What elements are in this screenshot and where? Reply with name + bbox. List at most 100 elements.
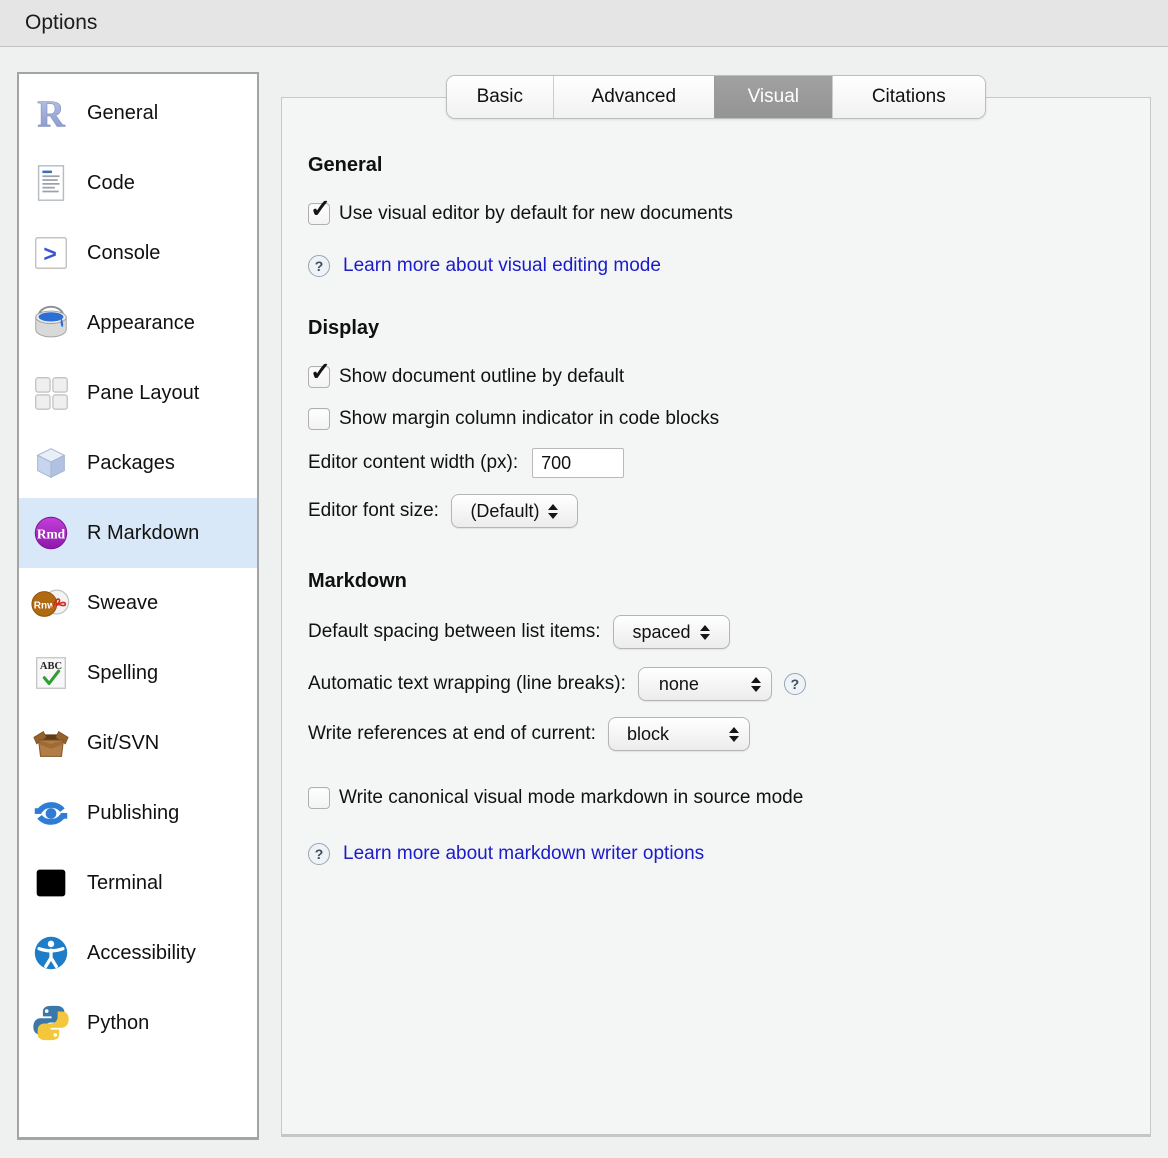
sidebar-item-git-svn[interactable]: Git/SVN: [19, 708, 257, 778]
svg-text:>: >: [43, 241, 56, 267]
r-logo-icon: R: [29, 91, 73, 135]
sidebar-item-python[interactable]: Python: [19, 988, 257, 1058]
sidebar-item-label: R Markdown: [87, 522, 199, 545]
sidebar-item-label: Packages: [87, 452, 175, 475]
sidebar-item-label: Console: [87, 242, 160, 265]
tab-advanced[interactable]: Advanced: [553, 76, 714, 118]
tab-label: Advanced: [592, 86, 677, 108]
r-markdown-badge-icon: Rmd: [29, 511, 73, 555]
sidebar-item-label: Terminal: [87, 872, 163, 895]
sidebar-item-label: Pane Layout: [87, 382, 199, 405]
paint-can-icon: [29, 301, 73, 345]
visual-editing-help-row: ? Learn more about visual editing mode: [308, 255, 1130, 277]
accessibility-person-icon: [29, 931, 73, 975]
select-arrows-icon: [548, 504, 558, 519]
pane-layout-grid-icon: [29, 371, 73, 415]
editor-font-size-row: Editor font size: (Default): [308, 494, 1130, 528]
select-arrows-icon: [700, 625, 710, 640]
markdown-writer-help-row: ? Learn more about markdown writer optio…: [308, 843, 1130, 865]
tab-citations[interactable]: Citations: [832, 76, 985, 118]
options-dialog: { "window": { "title": "Options" }, "ico…: [0, 0, 1168, 1158]
list-spacing-value: spaced: [633, 622, 691, 643]
package-cube-icon: [29, 441, 73, 485]
tab-basic[interactable]: Basic: [447, 76, 553, 118]
canonical-markdown-label: Write canonical visual mode markdown in …: [339, 787, 803, 809]
svg-text:Rnw: Rnw: [34, 600, 55, 611]
sidebar-item-appearance[interactable]: Appearance: [19, 288, 257, 358]
spellcheck-abc-icon: ABC: [29, 651, 73, 695]
use-visual-editor-label: Use visual editor by default for new doc…: [339, 203, 733, 225]
tab-label: Visual: [748, 86, 799, 108]
help-icon[interactable]: ?: [308, 843, 330, 865]
show-outline-row: ✓ Show document outline by default: [308, 366, 1130, 388]
sidebar-item-code[interactable]: Code: [19, 148, 257, 218]
show-margin-label: Show margin column indicator in code blo…: [339, 408, 719, 430]
svg-text:R: R: [37, 93, 65, 134]
show-margin-row: ✓ Show margin column indicator in code b…: [308, 408, 1130, 430]
editor-width-input[interactable]: [532, 448, 624, 478]
panel-tab-bar: Basic Advanced Visual Citations: [446, 75, 986, 119]
display-section-heading: Display: [308, 317, 1130, 340]
checkmark-icon: ✓: [310, 197, 331, 222]
sidebar-item-console[interactable]: > Console: [19, 218, 257, 288]
canonical-markdown-checkbox[interactable]: ✓: [308, 787, 330, 809]
options-sidebar: R General Code > Console: [17, 72, 259, 1140]
git-svn-box-icon: [29, 721, 73, 765]
sidebar-item-label: Spelling: [87, 662, 158, 685]
editor-font-size-label: Editor font size:: [308, 500, 439, 522]
sidebar-item-label: Publishing: [87, 802, 179, 825]
select-arrows-icon: [751, 677, 761, 692]
select-arrows-icon: [729, 727, 739, 742]
console-prompt-icon: >: [29, 231, 73, 275]
sidebar-item-general[interactable]: R General: [19, 78, 257, 148]
help-icon[interactable]: ?: [308, 255, 330, 277]
sweave-rnw-pdf-icon: Rnw: [29, 581, 73, 625]
editor-width-label: Editor content width (px):: [308, 452, 518, 474]
list-spacing-label: Default spacing between list items:: [308, 621, 601, 643]
references-row: Write references at end of current: bloc…: [308, 717, 1130, 751]
sidebar-item-label: Accessibility: [87, 942, 196, 965]
markdown-section-heading: Markdown: [308, 570, 1130, 593]
window-titlebar: Options: [0, 0, 1168, 47]
python-logo-icon: [29, 1001, 73, 1045]
text-wrapping-select[interactable]: none: [638, 667, 772, 701]
use-visual-editor-row: ✓ Use visual editor by default for new d…: [308, 203, 1130, 225]
editor-font-size-select[interactable]: (Default): [451, 494, 578, 528]
sidebar-item-label: Code: [87, 172, 135, 195]
editor-width-row: Editor content width (px):: [308, 448, 1130, 478]
learn-more-markdown-writer-link[interactable]: Learn more about markdown writer options: [343, 843, 704, 865]
sidebar-item-spelling[interactable]: ABC Spelling: [19, 638, 257, 708]
show-margin-checkbox[interactable]: ✓: [308, 408, 330, 430]
publishing-connect-icon: [29, 791, 73, 835]
checkmark-icon: ✓: [310, 360, 331, 385]
sidebar-item-publishing[interactable]: Publishing: [19, 778, 257, 848]
svg-text:Rmd: Rmd: [37, 526, 66, 541]
text-wrapping-label: Automatic text wrapping (line breaks):: [308, 673, 626, 695]
sidebar-item-r-markdown[interactable]: Rmd R Markdown: [19, 498, 257, 568]
code-file-icon: [29, 161, 73, 205]
show-outline-label: Show document outline by default: [339, 366, 624, 388]
sidebar-item-label: Git/SVN: [87, 732, 159, 755]
references-label: Write references at end of current:: [308, 723, 596, 745]
references-value: block: [627, 724, 669, 745]
tab-label: Basic: [477, 86, 523, 108]
show-outline-checkbox[interactable]: ✓: [308, 366, 330, 388]
help-icon[interactable]: ?: [784, 673, 806, 695]
list-spacing-select[interactable]: spaced: [613, 615, 730, 649]
sidebar-item-pane-layout[interactable]: Pane Layout: [19, 358, 257, 428]
tab-label: Citations: [872, 86, 946, 108]
sidebar-item-label: Appearance: [87, 312, 195, 335]
sidebar-item-packages[interactable]: Packages: [19, 428, 257, 498]
references-select[interactable]: block: [608, 717, 750, 751]
text-wrapping-row: Automatic text wrapping (line breaks): n…: [308, 667, 1130, 701]
sidebar-item-terminal[interactable]: Terminal: [19, 848, 257, 918]
text-wrapping-value: none: [659, 674, 699, 695]
visual-options-panel: General ✓ Use visual editor by default f…: [281, 97, 1151, 1137]
tab-visual[interactable]: Visual: [714, 76, 832, 118]
window-title: Options: [25, 11, 97, 35]
sidebar-item-accessibility[interactable]: Accessibility: [19, 918, 257, 988]
sidebar-item-sweave[interactable]: Rnw Sweave: [19, 568, 257, 638]
terminal-screen-icon: [29, 861, 73, 905]
learn-more-visual-editing-link[interactable]: Learn more about visual editing mode: [343, 255, 661, 277]
use-visual-editor-checkbox[interactable]: ✓: [308, 203, 330, 225]
